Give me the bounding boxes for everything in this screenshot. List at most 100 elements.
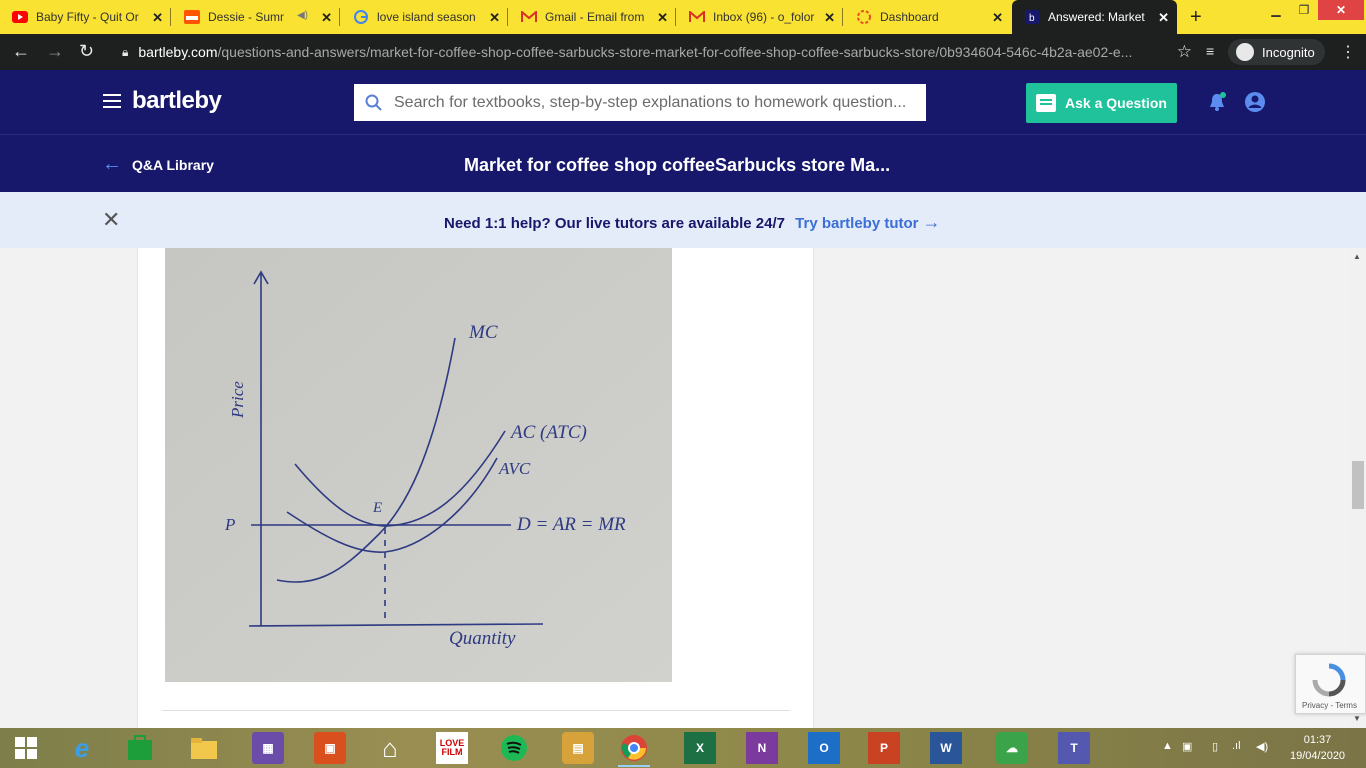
tab-close-icon[interactable]: ✕ [1158, 10, 1169, 26]
store-icon[interactable] [124, 732, 156, 764]
question-card: Price Quantity P E MC AC (ATC) AVC D = A… [137, 248, 814, 728]
hamburger-menu-icon[interactable] [103, 94, 121, 108]
tab-close-icon[interactable]: ✕ [824, 10, 835, 26]
avc-label: AVC [498, 459, 531, 478]
tab-soundcloud[interactable]: Dessie - Summ ◀) ✕ [172, 0, 340, 34]
tab-title: Gmail - Email from [545, 10, 645, 24]
tab-close-icon[interactable]: ✕ [657, 10, 668, 26]
tab-close-icon[interactable]: ✕ [152, 10, 163, 26]
tab-title: Dessie - Summ [208, 10, 284, 24]
recaptcha-badge[interactable]: Privacy - Terms [1295, 654, 1366, 714]
scrollbar-thumb[interactable] [1352, 461, 1364, 509]
url-host: bartleby.com [138, 44, 218, 60]
x-axis-label: Quantity [449, 628, 516, 649]
incognito-label: Incognito [1262, 44, 1315, 60]
chrome-icon[interactable] [618, 732, 650, 767]
handwritten-graph-image: Price Quantity P E MC AC (ATC) AVC D = A… [165, 248, 672, 682]
file-explorer-icon[interactable] [188, 732, 220, 764]
reading-list-icon[interactable]: ≡ [1206, 43, 1214, 59]
battery-icon[interactable]: ▯ [1212, 740, 1218, 753]
try-tutor-link[interactable]: Try bartleby tutor → [795, 212, 940, 232]
tray-expand-icon[interactable]: ▲ [1162, 740, 1173, 752]
window-controls: ▁ ❐ ✕ [1262, 0, 1364, 22]
photos-app-icon[interactable]: ▦ [252, 732, 284, 764]
lock-icon: 🔒︎ [122, 44, 129, 59]
windows-start-icon[interactable] [10, 732, 42, 764]
gmail-icon [521, 9, 537, 25]
search-input[interactable]: Search for textbooks, step-by-step expla… [354, 84, 926, 121]
soundcloud-icon [184, 9, 200, 25]
address-bar[interactable]: 🔒︎ bartleby.com /questions-and-answers/m… [112, 38, 1192, 66]
tab-close-icon[interactable]: ✕ [489, 10, 500, 26]
new-tab-button[interactable]: + [1190, 6, 1202, 29]
bartleby-logo[interactable]: bartleby [132, 87, 222, 115]
audio-playing-icon[interactable]: ◀) [297, 10, 308, 21]
mc-label: MC [468, 322, 498, 343]
ask-question-button[interactable]: Ask a Question [1026, 83, 1177, 123]
recaptcha-icon [1312, 663, 1346, 697]
love-film-icon[interactable]: LOVE FILM [436, 732, 468, 764]
browser-toolbar: ← → ↻ 🔒︎ bartleby.com /questions-and-ans… [0, 34, 1366, 70]
banner-text: Need 1:1 help? Our live tutors are avail… [444, 215, 785, 232]
incognito-badge[interactable]: Incognito [1228, 39, 1325, 65]
cost-curves-diagram: Price Quantity P E MC AC (ATC) AVC D = A… [165, 248, 672, 682]
restore-icon[interactable]: ❐ [1290, 0, 1318, 20]
tab-close-icon[interactable]: ✕ [321, 10, 332, 26]
tab-title: Inbox (96) - o_folor [713, 10, 815, 24]
youtube-icon [12, 9, 28, 25]
back-arrow-icon[interactable]: ← [12, 41, 30, 62]
onenote-icon[interactable]: N [746, 732, 778, 764]
tab-inbox[interactable]: Inbox (96) - o_folor ✕ [677, 0, 843, 34]
close-banner-icon[interactable]: ✕ [102, 207, 120, 233]
volume-icon[interactable]: ◀) [1256, 740, 1268, 753]
scroll-down-icon[interactable]: ▼ [1353, 714, 1361, 723]
internet-explorer-icon[interactable]: e [66, 732, 98, 764]
window-close-icon[interactable]: ✕ [1318, 0, 1364, 20]
cloud-app-icon[interactable]: ☁ [996, 732, 1028, 764]
network-icon[interactable]: .ıl [1232, 740, 1241, 752]
clock-date: 19/04/2020 [1290, 750, 1346, 762]
tab-title: Dashboard [880, 10, 939, 24]
bookmark-star-icon[interactable]: ☆ [1177, 42, 1192, 62]
ask-question-label: Ask a Question [1065, 95, 1167, 111]
svg-text:b: b [1029, 13, 1035, 24]
price-label: P [224, 515, 235, 534]
word-icon[interactable]: W [930, 732, 962, 764]
tab-close-icon[interactable]: ✕ [992, 10, 1003, 26]
forward-arrow-icon[interactable]: → [46, 41, 64, 62]
tab-bartleby-active[interactable]: b Answered: Market f ✕ [1012, 0, 1177, 34]
browser-menu-icon[interactable]: ⋮ [1340, 42, 1356, 62]
reload-icon[interactable]: ↻ [79, 41, 94, 62]
home-icon[interactable]: ⌂ [374, 732, 406, 764]
bartleby-icon: b [1024, 9, 1040, 25]
bell-icon[interactable] [1208, 92, 1226, 117]
powerpoint-icon[interactable]: P [868, 732, 900, 764]
taskbar-clock[interactable]: 01:37 19/04/2020 [1290, 732, 1345, 764]
y-axis-label: Price [228, 381, 247, 419]
tab-strip: Baby Fifty - Quit Or ✕ Dessie - Summ ◀) … [0, 0, 1366, 34]
qa-library-link[interactable]: ← Q&A Library [102, 153, 214, 176]
divider [162, 710, 790, 711]
spotify-icon[interactable] [498, 732, 530, 764]
user-account-icon[interactable] [1244, 91, 1266, 118]
demand-label: D = AR = MR [516, 514, 626, 535]
question-title: Market for coffee shop coffeeSarbucks st… [464, 155, 891, 175]
dashboard-icon [856, 9, 872, 25]
ibooks-icon[interactable]: ▤ [562, 732, 594, 764]
recaptcha-links[interactable]: Privacy - Terms [1302, 701, 1357, 710]
chat-bubble-icon [1036, 94, 1056, 112]
site-header: bartleby Search for textbooks, step-by-s… [0, 70, 1366, 134]
tab-dashboard[interactable]: Dashboard ✕ [844, 0, 1011, 34]
photos-icon[interactable]: ▣ [314, 732, 346, 764]
tab-youtube[interactable]: Baby Fifty - Quit Or ✕ [0, 0, 171, 34]
tab-google[interactable]: love island season ✕ [341, 0, 508, 34]
equilibrium-label: E [372, 500, 382, 516]
google-icon [353, 9, 369, 25]
minimize-icon[interactable]: ▁ [1262, 0, 1290, 20]
tab-gmail[interactable]: Gmail - Email from ✕ [509, 0, 676, 34]
teams-icon[interactable]: T [1058, 732, 1090, 764]
excel-icon[interactable]: X [684, 732, 716, 764]
tray-app-icon[interactable]: ▣ [1182, 740, 1192, 753]
scroll-up-icon[interactable]: ▲ [1353, 252, 1361, 261]
outlook-icon[interactable]: O [808, 732, 840, 764]
